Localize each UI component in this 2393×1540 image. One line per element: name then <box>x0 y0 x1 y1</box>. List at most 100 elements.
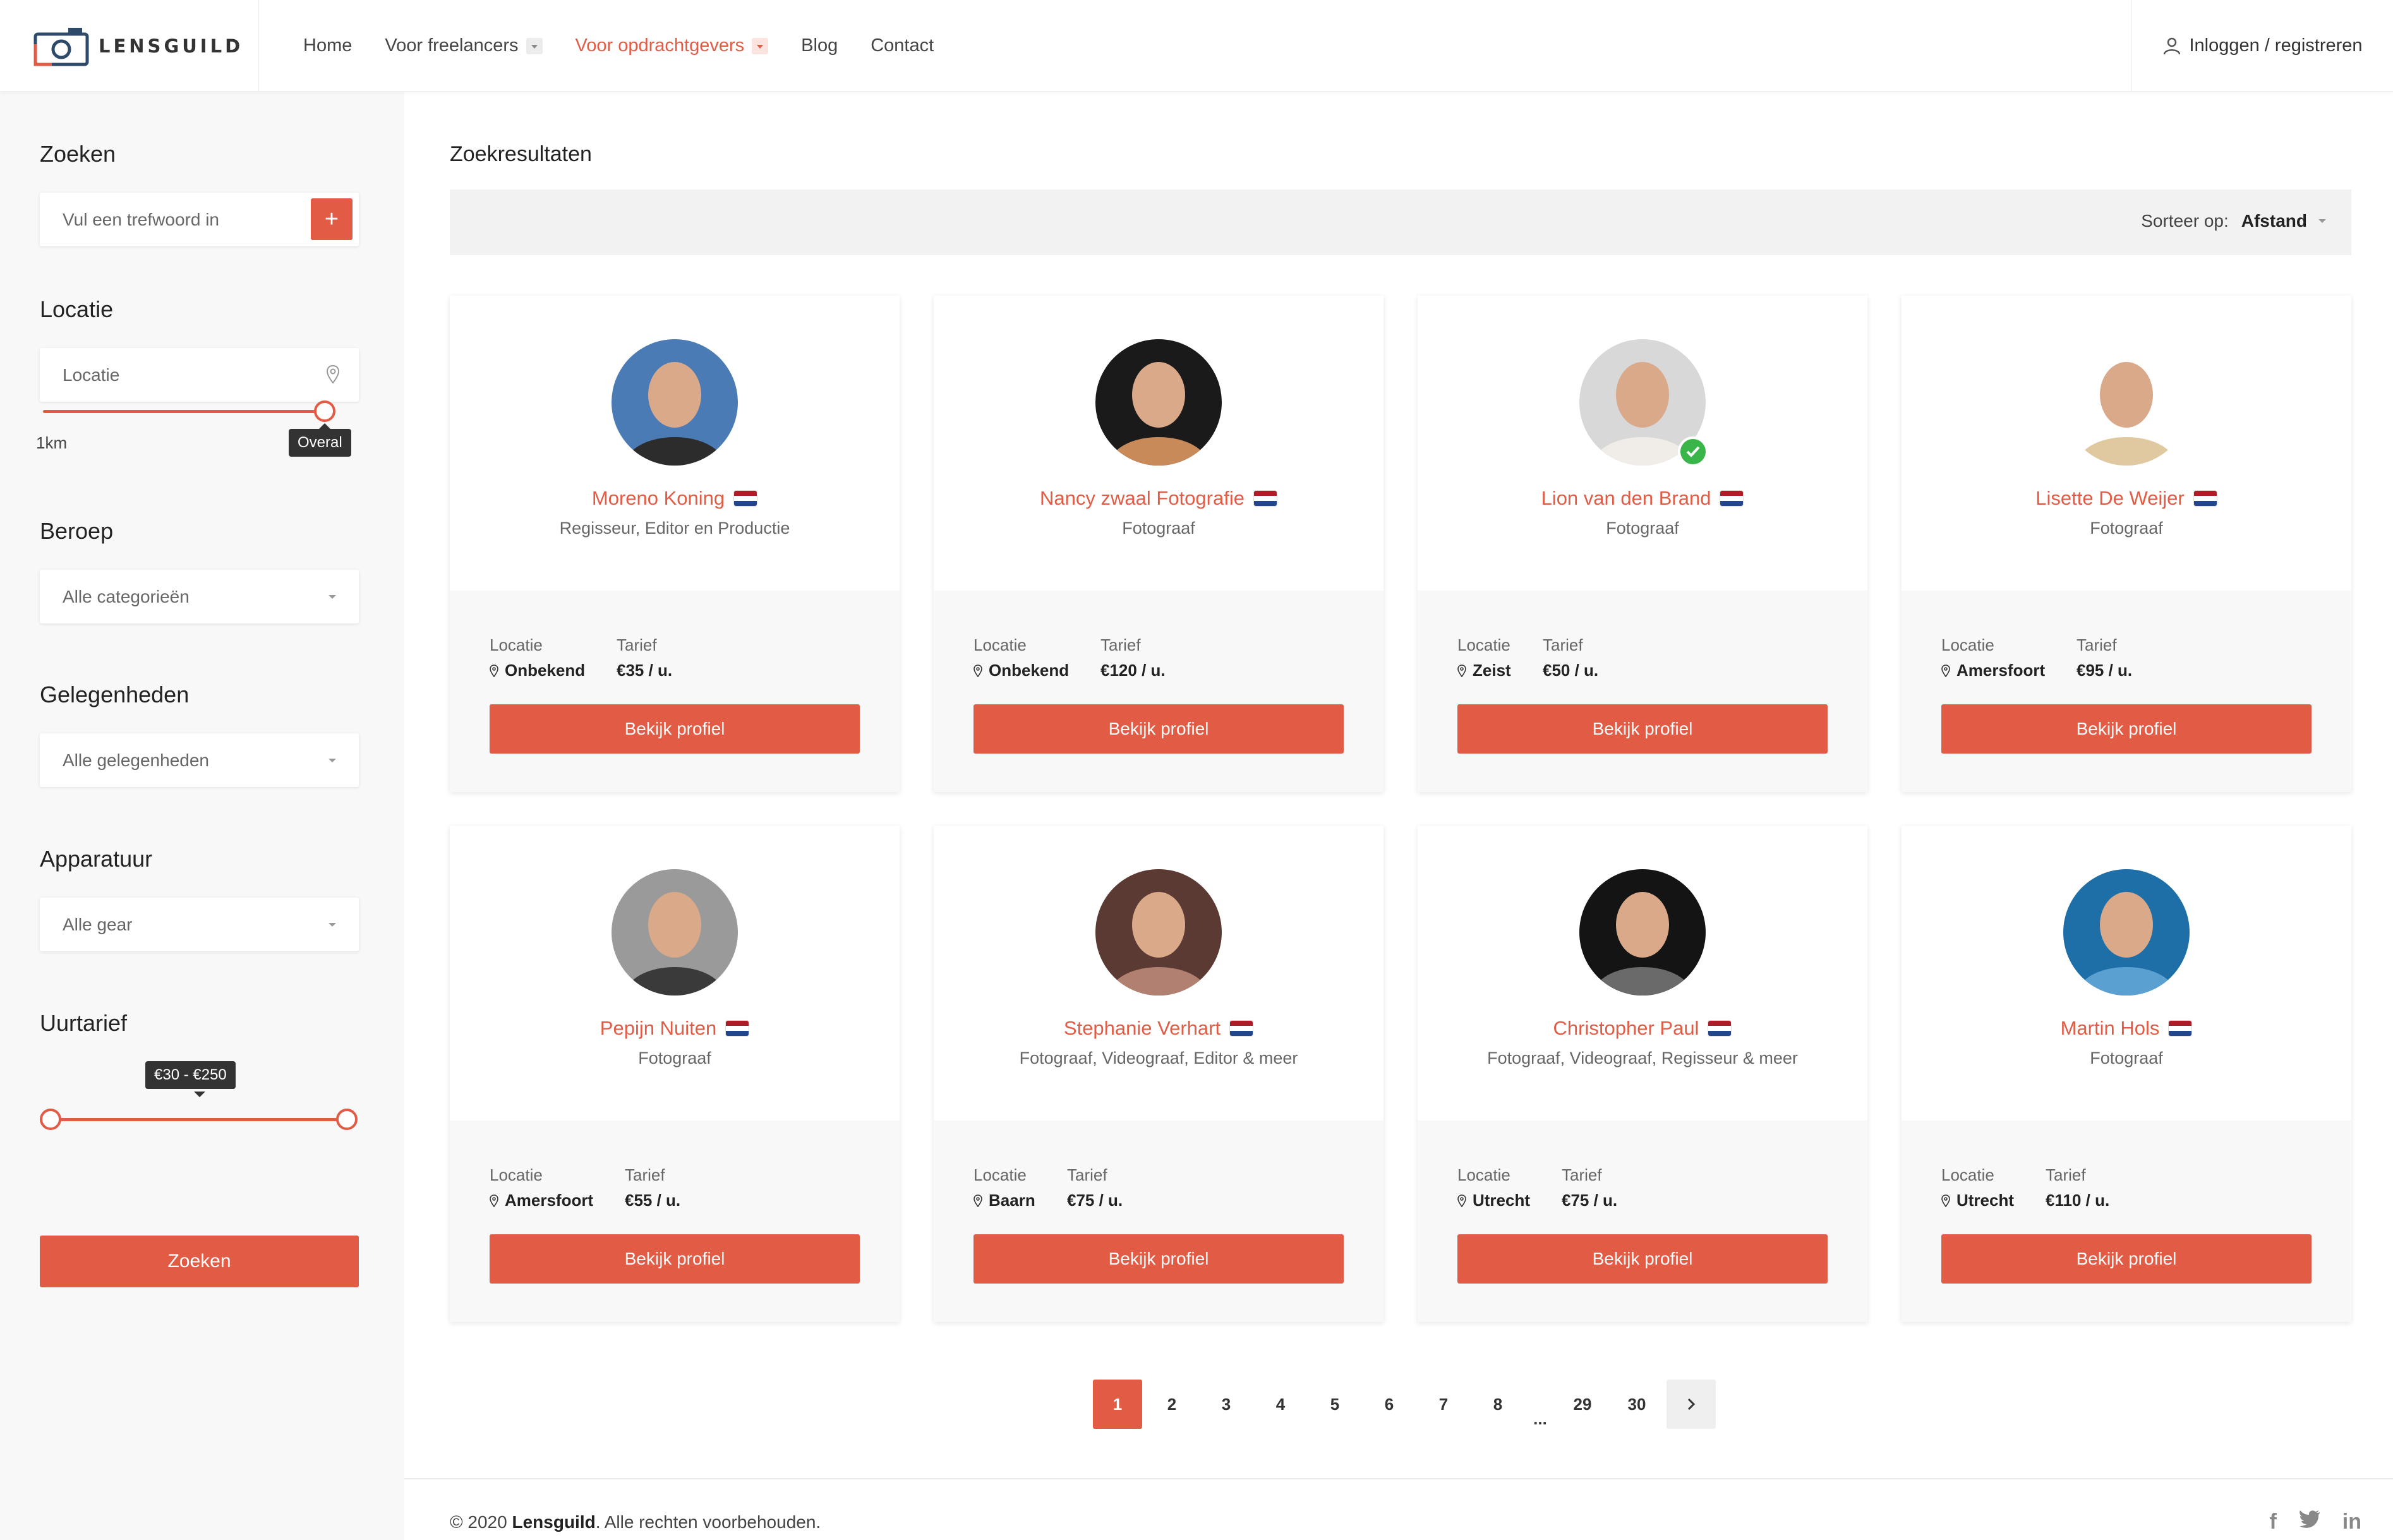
name-text: Stephanie Verhart <box>1063 1017 1221 1039</box>
avatar-image <box>1579 869 1706 996</box>
profession-label: Beroep <box>40 518 114 544</box>
view-profile-button[interactable]: Bekijk profiel <box>1941 1234 2312 1284</box>
freelancer-name[interactable]: Pepijn Nuiten <box>450 1017 900 1040</box>
dutch-flag-icon <box>2168 1020 2193 1037</box>
login-register-link[interactable]: Inloggen / registreren <box>2131 0 2393 92</box>
freelancer-name[interactable]: Martin Hols <box>1902 1017 2351 1040</box>
view-profile-button[interactable]: Bekijk profiel <box>1941 704 2312 754</box>
page-7[interactable]: 7 <box>1419 1380 1468 1429</box>
social-links: f in <box>2248 1510 2361 1534</box>
radius-slider-handle[interactable] <box>314 400 335 422</box>
freelancer-card: Pepijn Nuiten Fotograaf Locatie Amersfoort T… <box>450 826 900 1322</box>
page-1[interactable]: 1 <box>1093 1380 1142 1429</box>
location-text: Baarn <box>989 1191 1035 1210</box>
map-pin-icon <box>1457 664 1466 677</box>
nav-contact[interactable]: Contact <box>871 35 934 56</box>
map-pin-icon <box>1941 664 1950 677</box>
page-8[interactable]: 8 <box>1473 1380 1522 1429</box>
nav-label: Voor opdrachtgevers <box>575 35 745 56</box>
location-meta-label: Locatie <box>973 635 1027 654</box>
map-pin-icon <box>973 1194 982 1207</box>
sort-bar: Sorteer op: Afstand <box>450 189 2351 255</box>
card-meta-area <box>1902 1121 2351 1322</box>
logo[interactable]: LENSGUILD <box>0 0 259 92</box>
avatar[interactable] <box>1579 869 1706 996</box>
facebook-icon[interactable]: f <box>2269 1510 2276 1534</box>
freelancer-name[interactable]: Stephanie Verhart <box>934 1017 1383 1040</box>
nav-voor-freelancers[interactable]: Voor freelancers <box>385 35 543 56</box>
freelancer-name[interactable]: Nancy zwaal Fotografie <box>934 487 1383 510</box>
top-header: LENSGUILD Home Voor freelancers Voor opd… <box>0 0 2393 92</box>
card-meta-area <box>934 1121 1383 1322</box>
view-profile-button[interactable]: Bekijk profiel <box>490 704 860 754</box>
keyword-input[interactable]: Vul een trefwoord in + <box>40 193 359 246</box>
freelancer-card: Stephanie Verhart Fotograaf, Videograaf, … <box>934 826 1383 1322</box>
card-meta-area <box>450 1121 900 1322</box>
freelancer-role: Fotograaf, Videograaf, Regisseur & meer <box>1487 1049 1798 1068</box>
view-profile-button[interactable]: Bekijk profiel <box>490 1234 860 1284</box>
chevron-right-icon <box>1687 1398 1696 1411</box>
occasions-select[interactable]: Alle gelegenheden <box>40 733 359 787</box>
page-2[interactable]: 2 <box>1147 1380 1196 1429</box>
nav-voor-opdrachtgevers[interactable]: Voor opdrachtgevers <box>576 35 769 56</box>
footer: © 2020 Lensguild. Alle rechten voorbehou… <box>404 1478 2393 1540</box>
map-pin-icon <box>490 1194 498 1207</box>
page-30[interactable]: 30 <box>1612 1380 1661 1429</box>
location-meta-label: Locatie <box>1941 1165 1994 1184</box>
add-keyword-button[interactable]: + <box>311 198 353 240</box>
location-text: Amersfoort <box>505 1191 594 1210</box>
dutch-flag-icon <box>733 490 758 507</box>
rate-meta-label: Tarief <box>1067 1165 1107 1184</box>
rate-meta-label: Tarief <box>1100 635 1141 654</box>
chevron-down-icon <box>526 37 543 54</box>
copyright-year: © 2020 <box>450 1512 507 1532</box>
rate-slider-track[interactable] <box>52 1118 346 1121</box>
linkedin-icon[interactable]: in <box>2342 1510 2361 1534</box>
avatar[interactable] <box>2063 869 2190 996</box>
freelancer-name[interactable]: Moreno Koning <box>450 487 900 510</box>
rate-meta-value: €95 / u. <box>2077 661 2133 680</box>
nav-blog[interactable]: Blog <box>801 35 838 56</box>
page-6[interactable]: 6 <box>1365 1380 1414 1429</box>
avatar[interactable] <box>2063 339 2190 466</box>
twitter-icon[interactable] <box>2298 1510 2321 1534</box>
rate-meta-label: Tarief <box>1562 1165 1602 1184</box>
nav-home[interactable]: Home <box>303 35 352 56</box>
avatar[interactable] <box>1095 869 1222 996</box>
view-profile-button[interactable]: Bekijk profiel <box>973 1234 1344 1284</box>
freelancer-name[interactable]: Christopher Paul <box>1418 1017 1867 1040</box>
profession-select[interactable]: Alle categorieën <box>40 570 359 623</box>
name-text: Martin Hols <box>2060 1017 2160 1039</box>
radius-slider-track[interactable] <box>43 410 325 413</box>
chevron-down-icon <box>329 759 336 762</box>
freelancer-name[interactable]: Lisette De Weijer <box>1902 487 2351 510</box>
sort-control[interactable]: Sorteer op: Afstand <box>2141 211 2326 231</box>
freelancer-name[interactable]: Lion van den Brand <box>1418 487 1867 510</box>
avatar[interactable] <box>612 869 738 996</box>
view-profile-button[interactable]: Bekijk profiel <box>1457 704 1828 754</box>
view-profile-button[interactable]: Bekijk profiel <box>973 704 1344 754</box>
rate-meta-value: €110 / u. <box>2046 1191 2110 1210</box>
avatar[interactable] <box>1095 339 1222 466</box>
page-29[interactable]: 29 <box>1558 1380 1607 1429</box>
map-pin-icon <box>1457 1194 1466 1207</box>
radius-tooltip-arrow <box>319 423 330 429</box>
avatar-image <box>1095 869 1222 996</box>
gear-select[interactable]: Alle gear <box>40 898 359 951</box>
page-3[interactable]: 3 <box>1202 1380 1251 1429</box>
search-submit-button[interactable]: Zoeken <box>40 1236 359 1287</box>
location-text: Onbekend <box>989 661 1070 680</box>
next-page-button[interactable] <box>1667 1380 1716 1429</box>
sort-label: Sorteer op: <box>2141 211 2229 231</box>
rate-meta-value: €50 / u. <box>1543 661 1599 680</box>
page-5[interactable]: 5 <box>1310 1380 1359 1429</box>
view-profile-button[interactable]: Bekijk profiel <box>1457 1234 1828 1284</box>
map-pin-icon <box>973 664 982 677</box>
login-label: Inloggen / registreren <box>2189 35 2363 56</box>
rate-slider-max-handle[interactable] <box>336 1109 358 1130</box>
location-input[interactable]: Locatie <box>40 348 359 402</box>
rate-slider-min-handle[interactable] <box>40 1109 61 1130</box>
page-4[interactable]: 4 <box>1256 1380 1305 1429</box>
avatar[interactable] <box>612 339 738 466</box>
profession-selected: Alle categorieën <box>63 586 190 606</box>
